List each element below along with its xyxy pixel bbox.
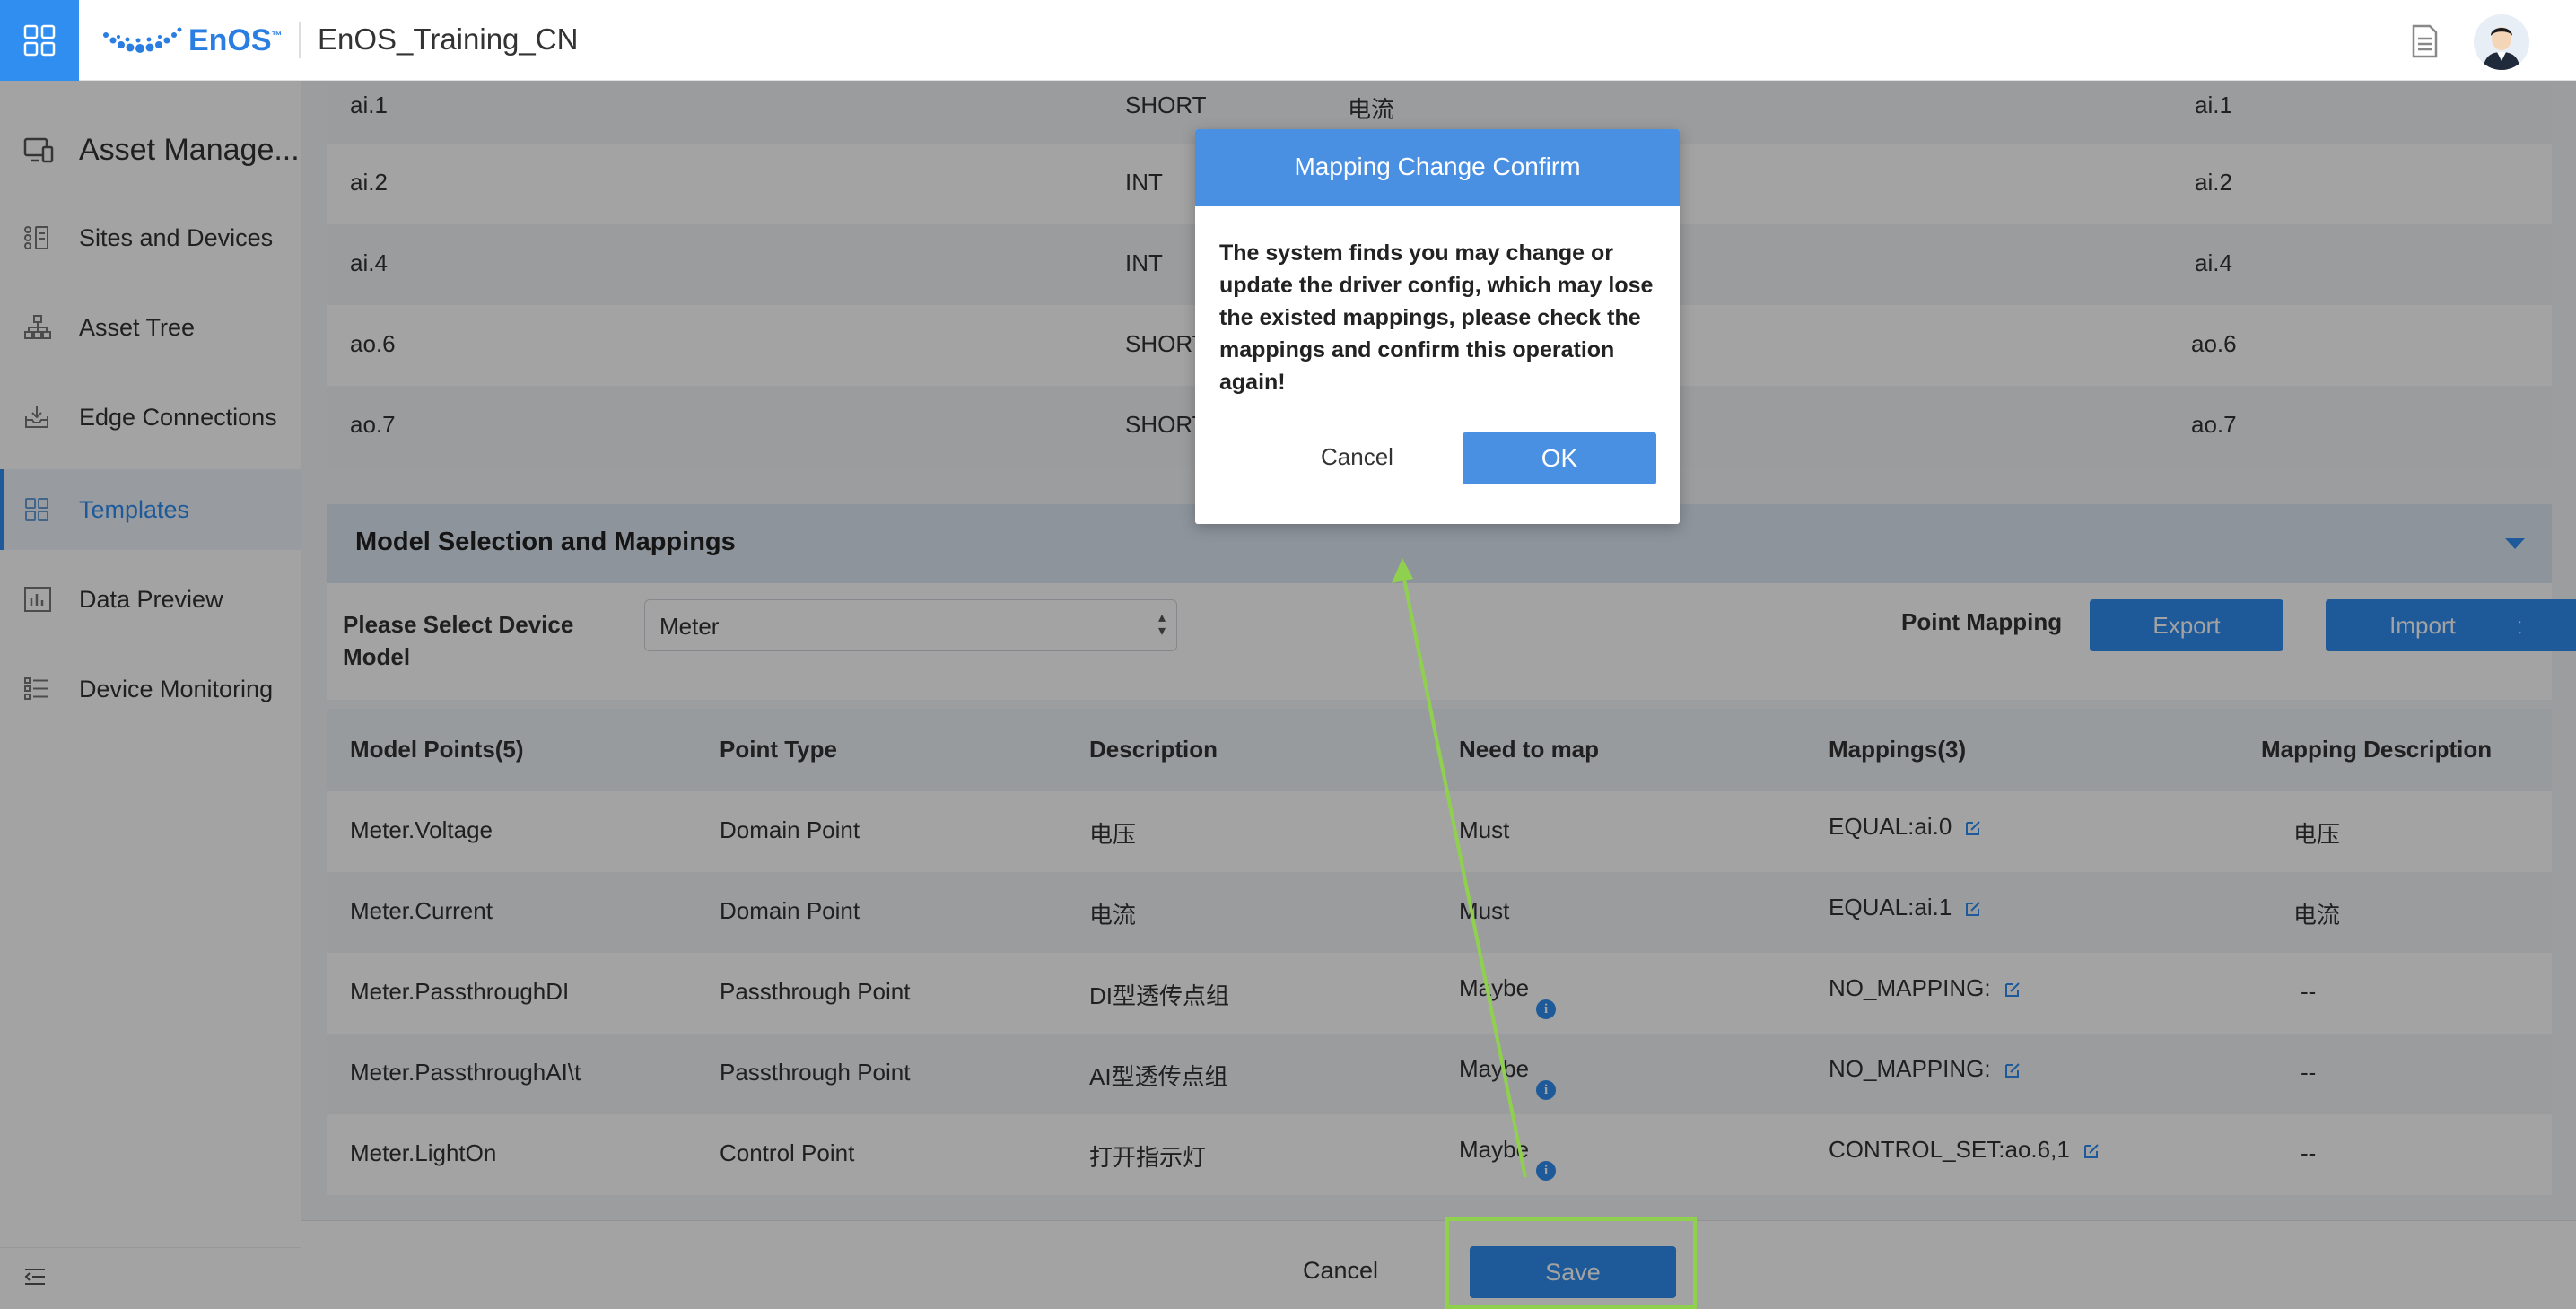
header-divider [299, 22, 301, 58]
enos-logo[interactable]: EnOS™ [100, 20, 283, 61]
mapping-change-confirm-dialog: Mapping Change Confirm The system finds … [1195, 129, 1680, 524]
app-grid-button[interactable] [0, 0, 79, 81]
document-icon[interactable] [2408, 23, 2441, 59]
save-highlight-annotation [1445, 1217, 1697, 1309]
app-title: EnOS_Training_CN [318, 22, 579, 56]
dialog-message: The system finds you may change or updat… [1219, 240, 1654, 395]
logo-dots-icon [103, 27, 182, 53]
grid-icon [23, 24, 56, 57]
logo-text: EnOS™ [188, 22, 283, 57]
dialog-header: Mapping Change Confirm [1195, 129, 1680, 206]
dialog-cancel-button[interactable]: Cancel [1321, 443, 1393, 471]
dialog-ok-button[interactable]: OK [1463, 432, 1656, 484]
user-avatar[interactable] [2474, 14, 2529, 70]
avatar-icon [2474, 14, 2529, 70]
top-header: EnOS™ EnOS_Training_CN [0, 0, 2576, 81]
dialog-title: Mapping Change Confirm [1294, 153, 1581, 180]
